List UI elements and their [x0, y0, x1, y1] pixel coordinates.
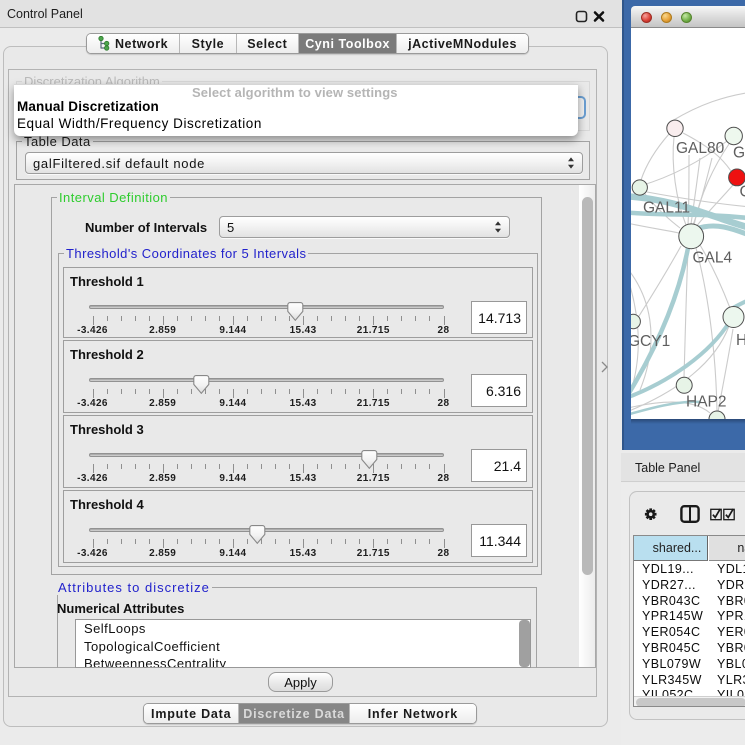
- svg-text:GAL80: GAL80: [676, 140, 725, 157]
- svg-text:GAL11: GAL11: [643, 199, 690, 216]
- svg-text:G.: G.: [733, 145, 745, 162]
- svg-text:GAL4: GAL4: [693, 250, 733, 267]
- svg-text:GCY1: GCY1: [631, 333, 670, 350]
- svg-text:C: C: [740, 184, 745, 201]
- svg-text:HAP2: HAP2: [686, 394, 727, 411]
- svg-text:H: H: [736, 332, 745, 349]
